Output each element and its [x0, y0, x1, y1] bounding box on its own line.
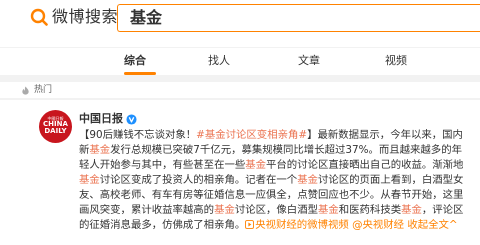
- tab-articles[interactable]: 文章: [298, 54, 320, 68]
- post-text-segment: 讨论区变成了投资人的相亲角。记者在一个: [99, 174, 298, 186]
- collapse-arrow-icon[interactable]: ^: [449, 219, 458, 231]
- verified-badge-icon: [126, 113, 137, 125]
- tab-videos[interactable]: 视频: [385, 54, 407, 68]
- avatar-text-main: CHINA DAILY: [43, 120, 68, 135]
- keyword-highlight: 基金: [214, 204, 235, 216]
- hot-flame-icon: [22, 86, 29, 95]
- header: 微博搜索 基金: [0, 0, 480, 47]
- search-logo-icon: [30, 8, 48, 26]
- weibo-search-logo[interactable]: 微博搜索: [30, 7, 118, 27]
- post-text: 【90后赚钱不忘谈对象！#基金讨论区变相亲角#】最新数据显示，今年以来，国内新基…: [79, 128, 472, 233]
- tab-people[interactable]: 找人: [208, 54, 230, 68]
- video-play-icon: [245, 220, 255, 229]
- video-link-label: 央视财经的微博视频: [255, 219, 349, 231]
- video-link[interactable]: 央视财经的微博视频: [245, 219, 349, 231]
- post-card: 中國日報 CHINA DAILY 中国日报 【90后赚钱不忘谈对象！#基金讨论区…: [0, 100, 480, 245]
- topic-link[interactable]: #基金讨论区变相亲角#: [196, 129, 307, 141]
- post-text-segment: 讨论区，像白酒型: [234, 204, 318, 216]
- avatar[interactable]: 中國日報 CHINA DAILY: [39, 110, 72, 143]
- section-header: 热门: [0, 82, 480, 98]
- mention-link[interactable]: @央视财经: [352, 219, 404, 231]
- keyword-highlight: 基金: [79, 174, 100, 186]
- collapse-text-link[interactable]: 收起全文: [407, 219, 449, 231]
- active-tab-indicator: [124, 72, 156, 75]
- post-text-segment: 和医药科技类: [338, 204, 402, 216]
- keyword-highlight: 基金: [245, 159, 267, 171]
- post-text-segment: 平台的讨论区直接晒出自己的收益。渐渐地: [266, 159, 464, 171]
- keyword-highlight: 基金: [401, 204, 422, 216]
- keyword-highlight: 基金: [297, 174, 318, 186]
- post-text-segment: 【90后赚钱不忘谈对象！: [79, 129, 197, 141]
- logo-text: 微博搜索: [52, 7, 119, 26]
- section-label: 热门: [34, 85, 53, 95]
- search-tabs: 综合 找人 文章 视频: [0, 47, 480, 75]
- keyword-highlight: 基金: [89, 144, 111, 156]
- search-query: 基金: [130, 8, 163, 27]
- search-input[interactable]: 基金: [117, 4, 480, 32]
- author-name[interactable]: 中国日报: [79, 112, 123, 126]
- author-row: 中国日报: [79, 112, 137, 126]
- tab-comprehensive[interactable]: 综合: [124, 54, 146, 68]
- keyword-highlight: 基金: [317, 204, 339, 216]
